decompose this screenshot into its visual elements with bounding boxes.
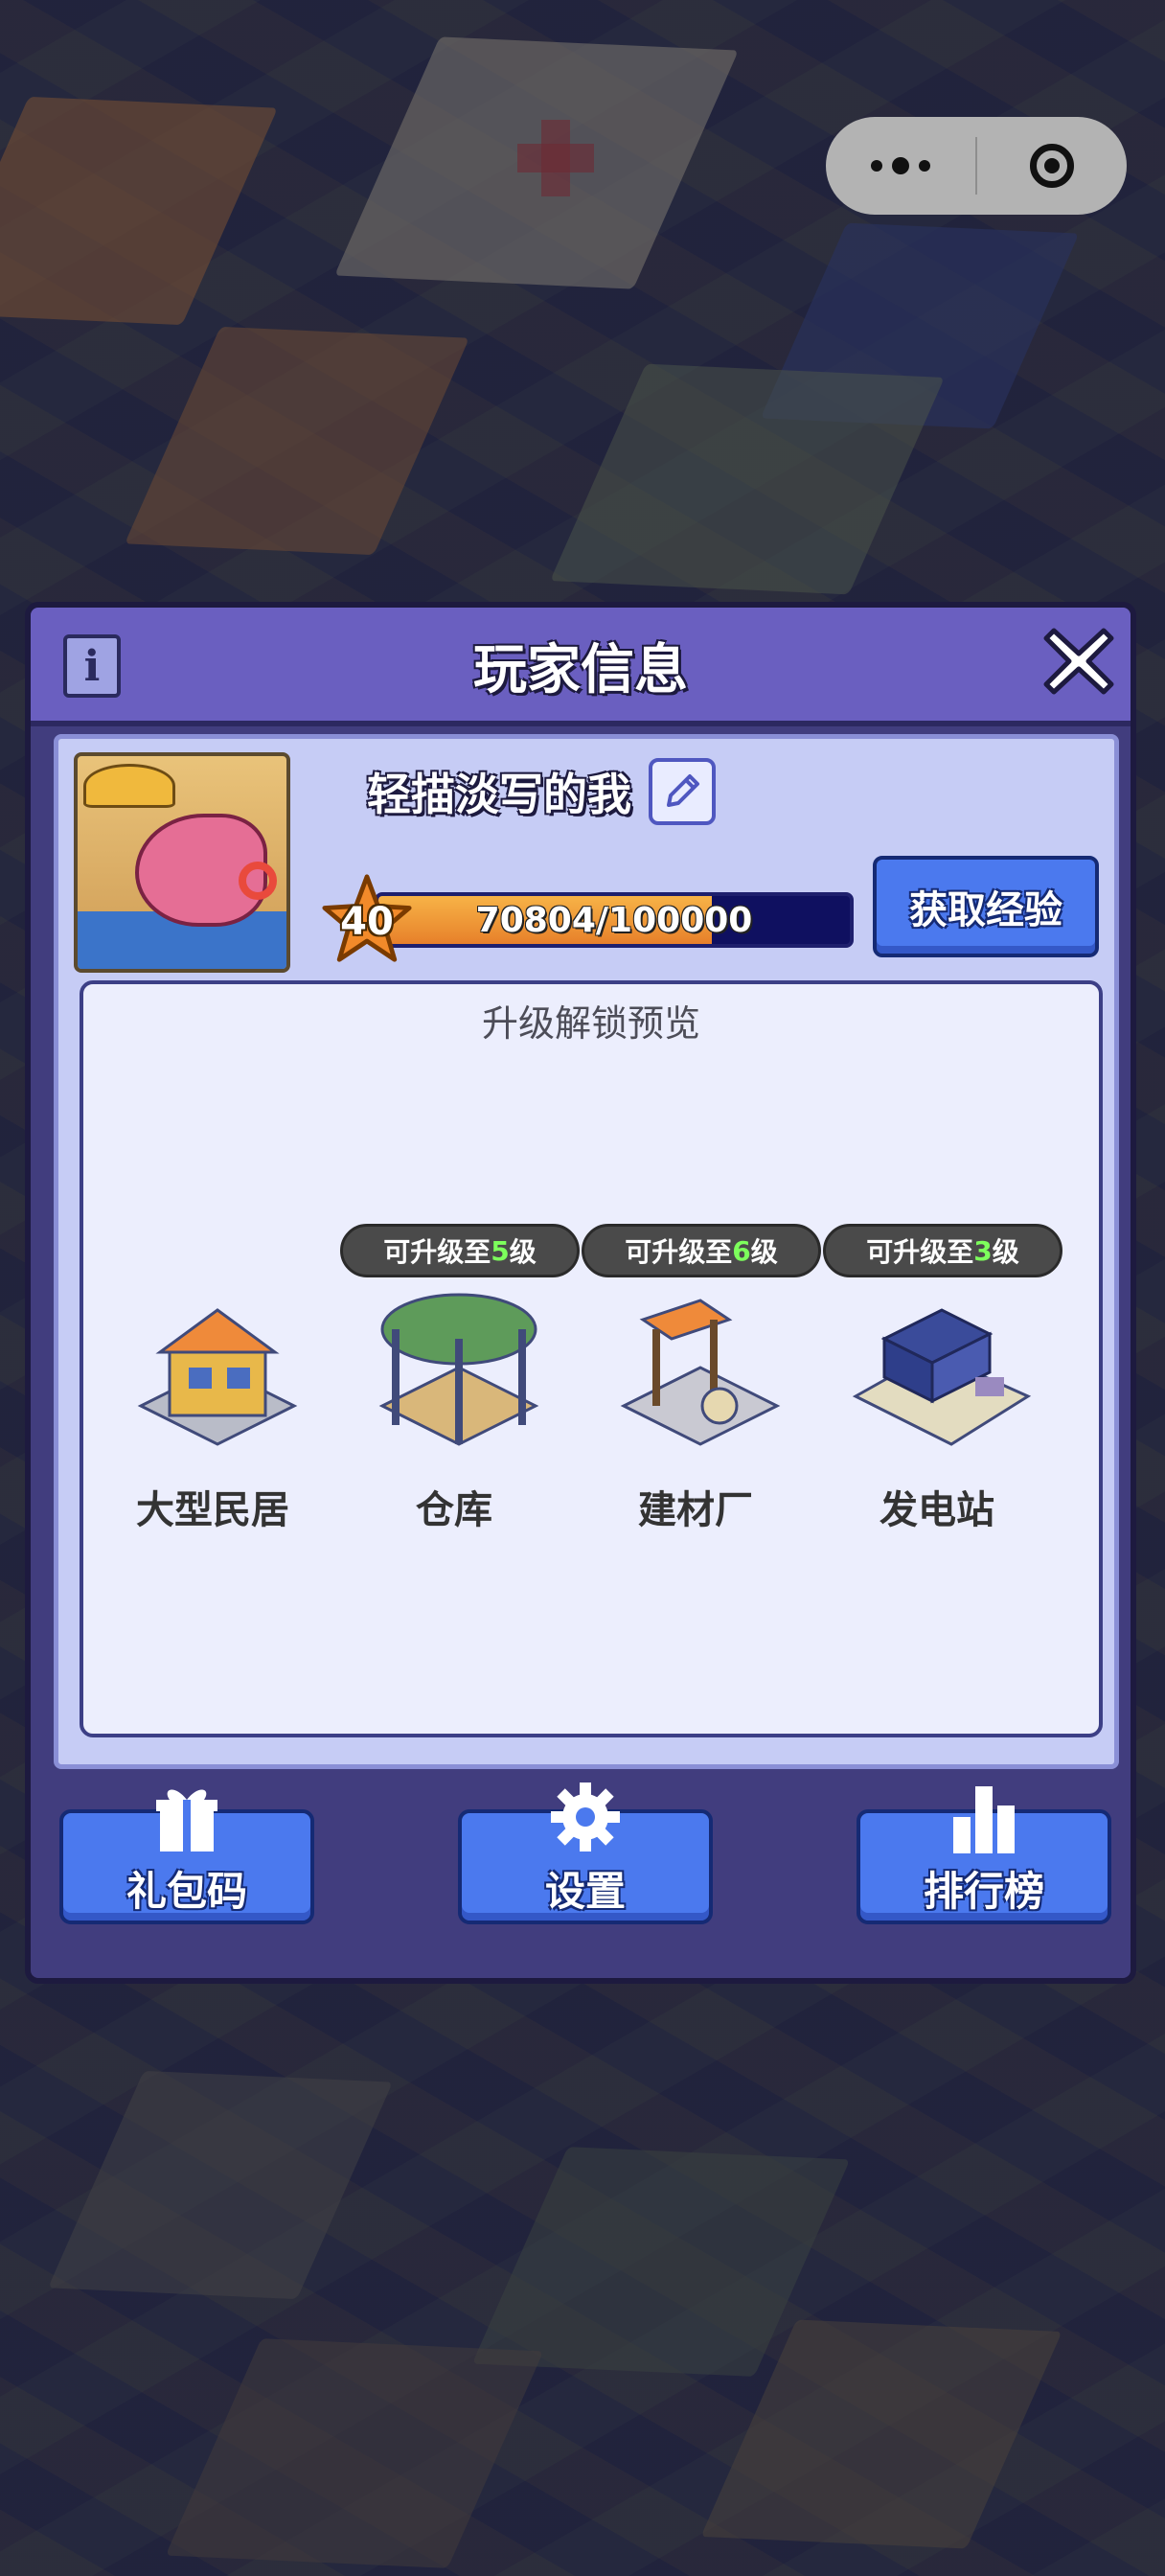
unlock-preview-title: 升级解锁预览 bbox=[481, 1002, 700, 1045]
building-name: 建材厂 bbox=[638, 1488, 753, 1532]
settings-button[interactable]: 设置 bbox=[458, 1782, 713, 1924]
building-name: 仓库 bbox=[416, 1488, 492, 1532]
building-name: 发电站 bbox=[879, 1488, 994, 1532]
xp-text: 70804/100000 bbox=[475, 900, 753, 940]
player-name: 轻描淡写的我 bbox=[367, 769, 631, 820]
large-house-icon bbox=[137, 1308, 298, 1446]
building-material-factory: 可升级至 6 级 建材厂 bbox=[582, 1224, 821, 1540]
ranking-button[interactable]: 排行榜 bbox=[857, 1786, 1111, 1924]
warehouse-icon bbox=[378, 1293, 539, 1446]
building-name: 大型民居 bbox=[136, 1488, 289, 1532]
close-x-icon[interactable] bbox=[1040, 623, 1117, 700]
power-station-icon bbox=[852, 1308, 1032, 1446]
upgrade-badge: 可升级至 6 级 bbox=[582, 1224, 821, 1277]
more-dots-icon[interactable] bbox=[826, 117, 975, 215]
upgrade-badge: 可升级至 3 级 bbox=[823, 1224, 1062, 1277]
building-large-house: 大型民居 bbox=[103, 1272, 323, 1540]
upgrade-badge: 可升级至 5 级 bbox=[340, 1224, 580, 1277]
get-xp-button[interactable]: 获取经验 bbox=[873, 856, 1099, 957]
gift-icon bbox=[156, 1789, 217, 1852]
ranking-label: 排行榜 bbox=[923, 1868, 1044, 1915]
building-warehouse: 可升级至 5 级 仓库 bbox=[340, 1224, 580, 1540]
gift-code-button[interactable]: 礼包码 bbox=[59, 1789, 314, 1924]
building-power-station: 可升级至 3 级 发电站 bbox=[823, 1224, 1062, 1540]
player-avatar[interactable] bbox=[74, 752, 290, 973]
dialog-title: 玩家信息 bbox=[473, 639, 688, 702]
unlock-preview-panel: 升级解锁预览 大型民居 可升级至 5 级 仓库 可升级至 6 级 建材厂 可升级… bbox=[80, 980, 1103, 1737]
xp-progress-bar: 70804/100000 bbox=[375, 892, 854, 948]
pencil-icon[interactable] bbox=[649, 758, 716, 825]
gear-icon bbox=[551, 1782, 620, 1852]
gift-code-label: 礼包码 bbox=[126, 1868, 247, 1915]
target-circle-icon[interactable] bbox=[977, 144, 1127, 188]
dialog-header: i 玩家信息 bbox=[31, 608, 1131, 726]
material-factory-icon bbox=[620, 1299, 781, 1446]
player-level: 40 bbox=[340, 900, 394, 944]
bar-chart-icon bbox=[953, 1786, 1015, 1853]
settings-label: 设置 bbox=[544, 1868, 626, 1915]
mini-program-capsule bbox=[826, 117, 1127, 215]
player-panel: 轻描淡写的我 70804/100000 40 获取经验 升级解锁预览 大型民居 … bbox=[54, 734, 1119, 1769]
player-info-dialog: i 玩家信息 轻描淡写的我 70804/100000 40 获取经验 升级解锁预… bbox=[25, 602, 1136, 1984]
